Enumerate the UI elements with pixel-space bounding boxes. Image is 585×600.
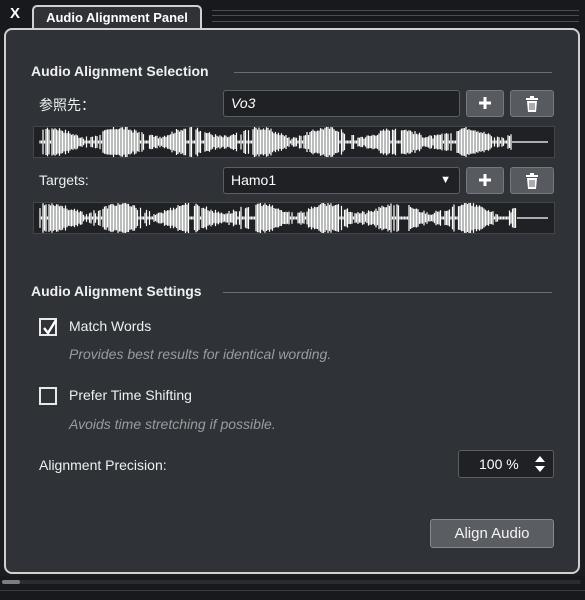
match-words-checkbox[interactable] [39, 318, 58, 336]
reference-delete-button[interactable] [510, 90, 554, 117]
alignment-precision-label: Alignment Precision: [39, 457, 167, 473]
title-bar: X Audio Alignment Panel [0, 0, 585, 30]
reference-add-button[interactable] [466, 90, 504, 117]
waveform-graphic [39, 203, 548, 233]
alignment-precision-stepper[interactable]: 100 % [458, 450, 554, 478]
up-down-arrows-icon[interactable] [535, 456, 545, 472]
title-bar-grip [212, 10, 579, 22]
targets-waveform [33, 202, 555, 234]
match-words-hint: Provides best results for identical word… [69, 346, 332, 362]
bottom-bar [0, 576, 585, 600]
prefer-time-shifting-checkbox[interactable] [39, 387, 57, 405]
align-audio-button[interactable]: Align Audio [430, 519, 554, 548]
tab-audio-alignment-panel[interactable]: Audio Alignment Panel [32, 5, 202, 29]
selection-section-title: Audio Alignment Selection [31, 63, 209, 79]
prefer-time-shifting-label[interactable]: Prefer Time Shifting [69, 387, 192, 403]
horizontal-scrollbar[interactable] [2, 580, 581, 584]
waveform-graphic [39, 127, 548, 157]
targets-add-button[interactable] [466, 167, 504, 194]
settings-section-divider [223, 292, 552, 293]
plus-icon [479, 97, 491, 109]
match-words-label[interactable]: Match Words [69, 318, 151, 334]
trash-icon [526, 96, 538, 112]
audio-alignment-panel: Audio Alignment Selection 参照先： Vo3 Targe… [4, 28, 580, 574]
targets-dropdown-value: Hamo1 [231, 172, 277, 188]
prefer-time-shifting-hint: Avoids time stretching if possible. [69, 416, 276, 432]
targets-label: Targets: [39, 172, 89, 188]
alignment-precision-value: 100 % [479, 456, 519, 472]
selection-section-divider [234, 72, 552, 73]
settings-section-title: Audio Alignment Settings [31, 283, 202, 299]
trash-icon [526, 173, 538, 189]
reference-waveform [33, 126, 555, 158]
waveform-path [39, 127, 512, 157]
reference-label: 参照先： [39, 97, 95, 113]
checkmark-icon [43, 319, 58, 336]
plus-icon [479, 174, 491, 186]
targets-delete-button[interactable] [510, 167, 554, 194]
targets-dropdown[interactable]: Hamo1 ▼ [223, 167, 460, 194]
reference-field[interactable]: Vo3 [223, 90, 460, 117]
waveform-path [39, 203, 517, 233]
chevron-down-icon: ▼ [440, 174, 451, 186]
close-button[interactable]: X [8, 5, 22, 23]
bottom-divider [0, 590, 585, 591]
scrollbar-thumb[interactable] [2, 580, 20, 584]
